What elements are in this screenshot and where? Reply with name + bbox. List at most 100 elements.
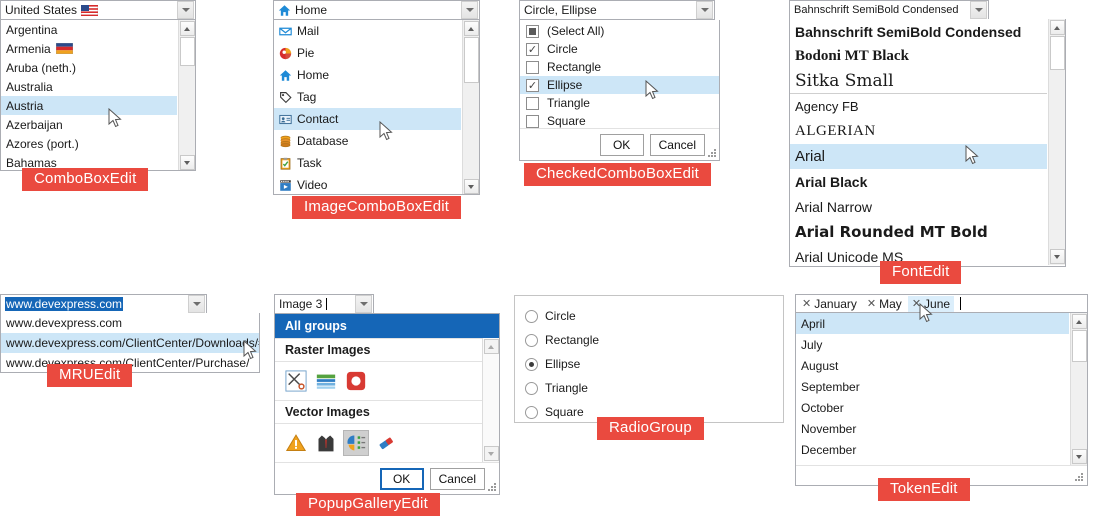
font-edit-item[interactable]: ALGERIAN bbox=[790, 119, 1047, 144]
radio-group-item[interactable]: Rectangle bbox=[525, 328, 773, 352]
font-edit-item[interactable]: Bodoni MT Black bbox=[790, 44, 1047, 69]
radio-group-item[interactable]: Triangle bbox=[525, 376, 773, 400]
image-combo-box-edit-scrollbar[interactable] bbox=[462, 20, 479, 194]
resize-grip[interactable] bbox=[1074, 472, 1084, 482]
gallery-item[interactable] bbox=[343, 368, 369, 394]
checkbox-unchecked-icon[interactable] bbox=[526, 114, 539, 128]
gallery-item[interactable] bbox=[313, 430, 339, 456]
combo-box-edit-item[interactable]: Azores (port.) bbox=[1, 134, 177, 153]
radio-group-item[interactable]: Ellipse bbox=[525, 352, 773, 376]
scroll-down-button[interactable] bbox=[1071, 449, 1087, 464]
mru-edit-item[interactable]: www.devexpress.com/ClientCenter/Download… bbox=[1, 333, 259, 353]
gallery-item[interactable] bbox=[373, 430, 399, 456]
checkbox-unchecked-icon[interactable] bbox=[526, 60, 539, 74]
mru-edit-item[interactable]: www.devexpress.com bbox=[1, 313, 259, 333]
combo-box-edit-item[interactable]: Azerbaijan bbox=[1, 115, 177, 134]
token-edit-item[interactable]: September bbox=[796, 376, 1069, 397]
checkbox-checked-icon[interactable]: ✓ bbox=[526, 78, 539, 92]
gallery-item[interactable] bbox=[313, 368, 339, 394]
token-edit-item[interactable]: December bbox=[796, 439, 1069, 460]
radio-button-icon[interactable] bbox=[525, 309, 538, 323]
token-edit-field[interactable]: ✕ January ✕ May ✕ June bbox=[795, 294, 1088, 313]
checked-combo-box-edit-item[interactable]: ✓ Circle bbox=[520, 40, 719, 58]
font-edit-item[interactable]: Bahnschrift SemiBold Condensed bbox=[790, 19, 1047, 44]
combo-box-edit-item[interactable]: Aruba (neth.) bbox=[1, 58, 177, 77]
image-combo-box-edit-item[interactable]: Task bbox=[274, 152, 461, 174]
scroll-up-button[interactable] bbox=[1071, 314, 1087, 329]
font-edit-field[interactable]: Bahnschrift SemiBold Condensed bbox=[789, 0, 989, 20]
gallery-all-groups-header[interactable]: All groups bbox=[275, 314, 499, 338]
combo-box-edit-item[interactable]: Armenia bbox=[1, 39, 177, 58]
image-combo-box-edit-item[interactable]: Pie bbox=[274, 42, 461, 64]
token-remove-icon[interactable]: ✕ bbox=[912, 297, 921, 310]
resize-grip[interactable] bbox=[707, 148, 717, 158]
radio-button-icon[interactable] bbox=[525, 381, 538, 395]
mru-edit-dropdown-button[interactable] bbox=[188, 295, 205, 313]
popup-gallery-edit-dropdown-button[interactable] bbox=[355, 295, 372, 313]
scrollbar-thumb[interactable] bbox=[1071, 330, 1087, 362]
popup-gallery-edit-scrollbar[interactable] bbox=[482, 338, 499, 462]
checked-combo-box-edit-field[interactable]: Circle, Ellipse bbox=[519, 0, 715, 20]
cancel-button[interactable]: Cancel bbox=[649, 133, 705, 156]
scrollbar-thumb[interactable] bbox=[463, 37, 479, 83]
combo-box-edit-field[interactable]: United States bbox=[0, 0, 196, 20]
image-combo-box-edit-field[interactable]: Home bbox=[273, 0, 480, 20]
token-edit-item[interactable]: October bbox=[796, 397, 1069, 418]
popup-gallery-edit-field[interactable]: Image 3 bbox=[274, 294, 374, 314]
token-edit-scrollbar[interactable] bbox=[1070, 313, 1087, 465]
scrollbar-thumb[interactable] bbox=[179, 37, 195, 66]
combo-box-edit-scrollbar[interactable] bbox=[178, 20, 195, 170]
checked-combo-box-edit-item[interactable]: (Select All) bbox=[520, 22, 719, 40]
resize-grip[interactable] bbox=[487, 482, 497, 492]
combo-box-edit-item[interactable]: Australia bbox=[1, 77, 177, 96]
scroll-down-button[interactable] bbox=[1049, 249, 1065, 264]
cancel-button[interactable]: Cancel bbox=[429, 467, 485, 490]
combo-box-edit-item[interactable]: Austria bbox=[1, 96, 177, 115]
ok-button[interactable]: OK bbox=[379, 467, 424, 490]
image-combo-box-edit-dropdown-button[interactable] bbox=[461, 1, 478, 19]
token-edit-item[interactable]: April bbox=[796, 313, 1069, 334]
gallery-item[interactable] bbox=[343, 430, 369, 456]
image-combo-box-edit-item[interactable]: Tag bbox=[274, 86, 461, 108]
checked-combo-box-edit-dropdown-button[interactable] bbox=[696, 1, 713, 19]
image-combo-box-edit-item[interactable]: Home bbox=[274, 64, 461, 86]
checked-combo-box-edit-item[interactable]: Triangle bbox=[520, 94, 719, 112]
token[interactable]: ✕ May bbox=[863, 296, 906, 312]
font-edit-item[interactable]: Arial bbox=[790, 144, 1047, 169]
image-combo-box-edit-item[interactable]: Mail bbox=[274, 20, 461, 42]
radio-group-item[interactable]: Circle bbox=[525, 304, 773, 328]
token[interactable]: ✕ January bbox=[798, 296, 861, 312]
token-remove-icon[interactable]: ✕ bbox=[867, 297, 876, 310]
radio-button-icon[interactable] bbox=[525, 357, 538, 371]
token-edit-item[interactable]: July bbox=[796, 334, 1069, 355]
scroll-down-button[interactable] bbox=[463, 179, 479, 194]
gallery-item[interactable] bbox=[283, 368, 309, 394]
font-edit-scrollbar[interactable] bbox=[1048, 19, 1065, 265]
font-edit-item[interactable]: Arial Black bbox=[790, 169, 1047, 194]
scroll-up-button[interactable] bbox=[1049, 20, 1065, 35]
scroll-down-button[interactable] bbox=[483, 446, 499, 461]
image-combo-box-edit-item[interactable]: Contact bbox=[274, 108, 461, 130]
scroll-up-button[interactable] bbox=[483, 339, 499, 354]
font-edit-item[interactable]: Agency FB bbox=[790, 94, 1047, 119]
token-edit-item[interactable]: November bbox=[796, 418, 1069, 439]
font-edit-dropdown-button[interactable] bbox=[970, 1, 987, 19]
checkbox-unchecked-icon[interactable] bbox=[526, 96, 539, 110]
checkbox-checked-icon[interactable]: ✓ bbox=[526, 42, 539, 56]
scroll-down-button[interactable] bbox=[179, 155, 195, 170]
radio-button-icon[interactable] bbox=[525, 333, 538, 347]
image-combo-box-edit-item[interactable]: Video bbox=[274, 174, 461, 194]
scroll-up-button[interactable] bbox=[179, 21, 195, 36]
token-edit-item[interactable]: August bbox=[796, 355, 1069, 376]
font-edit-item[interactable]: Arial Narrow bbox=[790, 194, 1047, 219]
gallery-item[interactable] bbox=[283, 430, 309, 456]
checkbox-partial-icon[interactable] bbox=[526, 24, 539, 38]
image-combo-box-edit-item[interactable]: Database bbox=[274, 130, 461, 152]
font-edit-item[interactable]: Arial Rounded MT Bold bbox=[790, 219, 1047, 244]
ok-button[interactable]: OK bbox=[599, 133, 644, 156]
checked-combo-box-edit-item[interactable]: Rectangle bbox=[520, 58, 719, 76]
combo-box-edit-dropdown-button[interactable] bbox=[177, 1, 194, 19]
mru-edit-field[interactable]: www.devexpress.com bbox=[0, 294, 207, 314]
scroll-up-button[interactable] bbox=[463, 21, 479, 36]
font-edit-item[interactable]: Sitka Small bbox=[790, 69, 1047, 94]
